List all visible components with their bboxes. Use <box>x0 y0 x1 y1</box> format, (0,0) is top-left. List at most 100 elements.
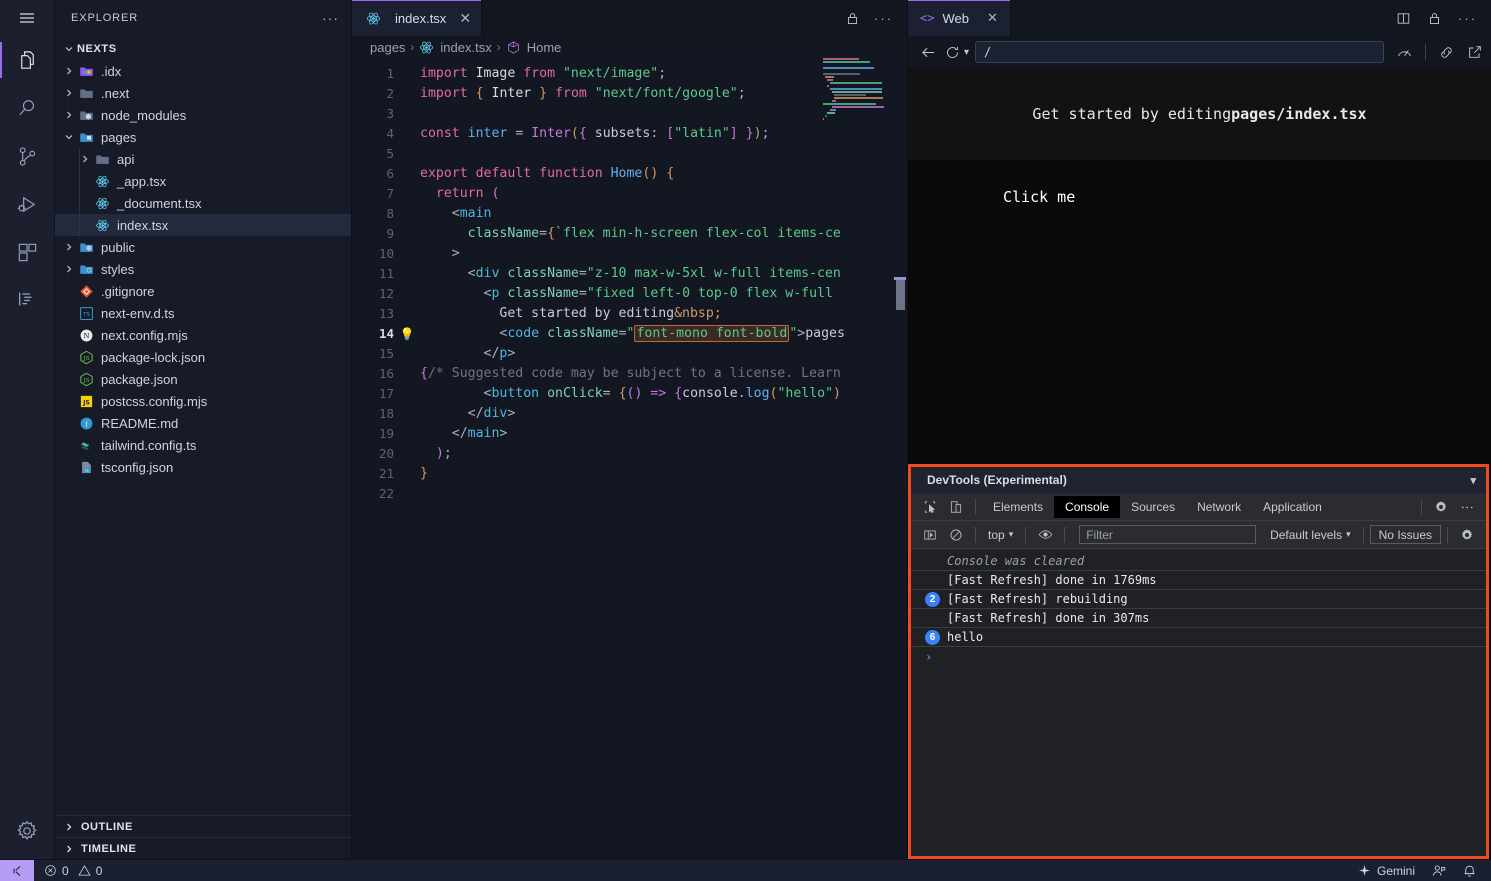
tree-item-postcss-config-mjs[interactable]: JS postcss.config.mjs <box>55 390 351 412</box>
back-arrow-icon[interactable] <box>920 44 937 61</box>
activity-item-explorer[interactable] <box>0 36 55 84</box>
tree-item-label: _document.tsx <box>117 195 202 211</box>
menu-button[interactable] <box>0 0 54 36</box>
inspect-cursor-icon[interactable] <box>917 496 943 518</box>
tree-item-label: postcss.config.mjs <box>101 393 208 409</box>
activity-item-extensions[interactable] <box>0 228 55 276</box>
chevron-right-icon <box>61 85 77 101</box>
editor-minimap[interactable] <box>823 58 891 859</box>
explorer-more-actions[interactable]: ··· <box>322 10 339 26</box>
remote-indicator[interactable] <box>0 859 34 881</box>
devtools-tab-network[interactable]: Network <box>1186 496 1252 518</box>
console-sidebar-icon[interactable] <box>917 524 943 546</box>
split-icon[interactable] <box>1396 11 1411 26</box>
editor-scrollbar[interactable] <box>893 58 907 859</box>
sidebar-section-timeline[interactable]: TIMELINE <box>55 837 351 859</box>
no-issues-button[interactable]: No Issues <box>1369 525 1441 544</box>
lightbulb-icon[interactable]: 💡 <box>394 324 420 344</box>
url-input[interactable]: / <box>975 41 1384 63</box>
external-link-icon[interactable] <box>1467 44 1483 60</box>
devtools-tab-elements[interactable]: Elements <box>982 496 1054 518</box>
minimap-line <box>827 79 834 81</box>
tree-item-document-tsx[interactable]: _document.tsx <box>55 192 351 214</box>
kebab-icon[interactable]: ⋮ <box>1454 496 1480 518</box>
gear-icon[interactable] <box>1454 524 1480 546</box>
activity-bar <box>0 0 55 859</box>
devtools-panel: DevTools (Experimental) ▾ Elements Conso… <box>908 464 1489 859</box>
speedometer-icon[interactable] <box>1396 44 1413 61</box>
console-output[interactable]: Console was cleared [Fast Refresh] done i… <box>911 552 1486 856</box>
close-icon[interactable]: ✕ <box>459 11 471 25</box>
editor-tab-index-tsx[interactable]: index.tsx ✕ <box>352 0 483 36</box>
tree-item-public[interactable]: public <box>55 236 351 258</box>
console-context-selector[interactable]: top ▾ <box>982 528 1019 542</box>
console-message-text: hello <box>947 630 984 644</box>
preview-click-me-button[interactable]: Click me <box>1003 188 1075 206</box>
tree-item-package-json[interactable]: JS package.json <box>55 368 351 390</box>
web-tab[interactable]: <> Web ✕ <box>908 0 1011 36</box>
activity-item-run-and-debug[interactable] <box>0 180 55 228</box>
sparkle-icon <box>1358 864 1371 877</box>
tree-item-index-tsx[interactable]: index.tsx <box>55 214 351 236</box>
breadcrumb-item-index-tsx[interactable]: index.tsx <box>419 39 492 55</box>
live-expression-icon[interactable] <box>1032 524 1058 546</box>
tree-item-package-lock-json[interactable]: JS package-lock.json <box>55 346 351 368</box>
clear-console-icon[interactable] <box>943 524 969 546</box>
editor-tab-label: index.tsx <box>395 10 447 26</box>
chain-link-icon[interactable] <box>1438 44 1455 61</box>
account-icon[interactable] <box>1431 863 1446 878</box>
devtools-tab-application[interactable]: Application <box>1252 496 1333 518</box>
breadcrumb-item-home[interactable]: Home <box>506 39 561 55</box>
device-toggle-icon[interactable] <box>943 496 969 518</box>
activity-item-source-control[interactable] <box>0 132 55 180</box>
bell-icon[interactable] <box>1462 863 1477 878</box>
code-editor[interactable]: 1 import Image from "next/image"; 2 import… <box>352 58 907 859</box>
console-prompt[interactable]: › <box>911 647 1486 667</box>
lock-icon[interactable] <box>1427 11 1442 26</box>
gear-icon[interactable] <box>1428 496 1454 518</box>
activity-item-search[interactable] <box>0 84 55 132</box>
tree-root-nexts[interactable]: NEXTS <box>55 38 351 60</box>
tree-item-tsconfig-json[interactable]: ts tsconfig.json <box>55 456 351 478</box>
gemini-button[interactable]: Gemini <box>1358 864 1415 878</box>
chevron-down-icon[interactable]: ▾ <box>1470 474 1476 487</box>
toolbar-divider <box>1025 526 1027 543</box>
ellipsis-icon[interactable]: ··· <box>874 11 893 26</box>
breadcrumb-item-pages[interactable]: pages <box>370 40 405 55</box>
reload-icon[interactable] <box>945 45 960 60</box>
tree-item-styles[interactable]: styles <box>55 258 351 280</box>
tree-item-api[interactable]: api <box>55 148 351 170</box>
problems-indicator[interactable]: 0 0 <box>34 864 112 878</box>
tree-item-pages[interactable]: pages <box>55 126 351 148</box>
activity-item-outline-view[interactable] <box>0 276 55 324</box>
tree-item-app-tsx[interactable]: _app.tsx <box>55 170 351 192</box>
chevron-down-icon[interactable]: ▾ <box>964 47 969 58</box>
close-icon[interactable]: ✕ <box>987 10 998 26</box>
editor-scrollbar-thumb[interactable] <box>896 280 905 310</box>
web-tab-bar: <> Web ✕ ··· <box>908 0 1491 36</box>
console-context-label: top <box>988 527 1005 542</box>
lock-icon[interactable] <box>845 11 860 26</box>
console-levels-selector[interactable]: Default levels ▾ <box>1264 528 1357 542</box>
sidebar-section-outline[interactable]: OUTLINE <box>55 815 351 837</box>
tree-item-node-modules[interactable]: node_modules <box>55 104 351 126</box>
tree-item-idx[interactable]: .idx <box>55 60 351 82</box>
console-message: [Fast Refresh] done in 307ms <box>911 609 1486 628</box>
tree-item-next-config-mjs[interactable]: Nnext.config.mjs <box>55 324 351 346</box>
tree-item-gitignore[interactable]: .gitignore <box>55 280 351 302</box>
devtools-tab-console[interactable]: Console <box>1054 495 1121 518</box>
ellipsis-icon[interactable]: ··· <box>1458 11 1477 26</box>
tree-item-next-env-d-ts[interactable]: TS next-env.d.ts <box>55 302 351 324</box>
devtools-tab-sources[interactable]: Sources <box>1120 496 1186 518</box>
tree-item-readme-md[interactable]: i README.md <box>55 412 351 434</box>
console-message: [Fast Refresh] done in 1769ms <box>911 571 1486 590</box>
preview-headline-bold: pages/index.tsx <box>1231 105 1367 123</box>
console-filter-input[interactable]: Filter <box>1079 525 1257 544</box>
activity-item-settings[interactable] <box>0 811 55 859</box>
tree-item-tailwind-config-ts[interactable]: tailwind.config.ts <box>55 434 351 456</box>
tree-item-next[interactable]: .next <box>55 82 351 104</box>
editor-tab-actions: ··· <box>845 0 907 36</box>
